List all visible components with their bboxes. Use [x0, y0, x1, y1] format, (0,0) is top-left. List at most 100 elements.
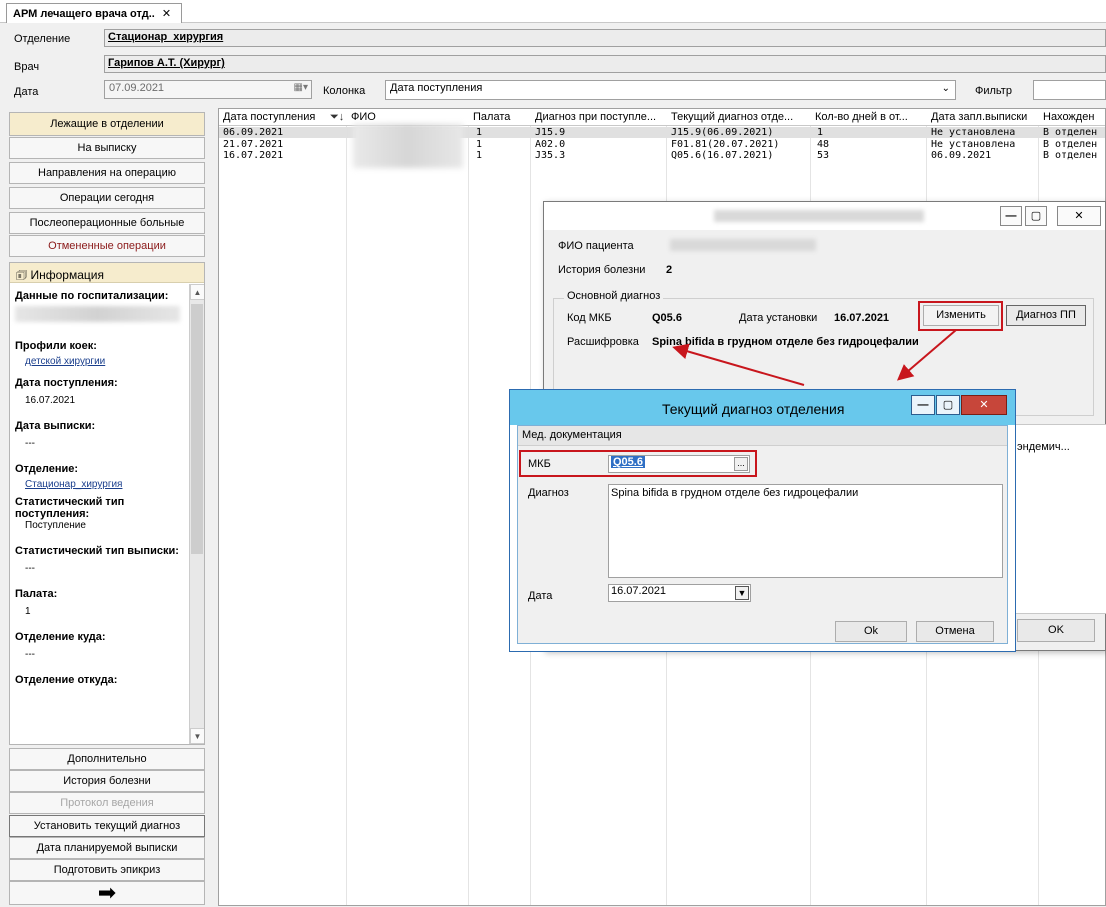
cell: J15.9(06.09.2021) — [671, 127, 774, 138]
close-icon[interactable]: ✕ — [1057, 206, 1101, 226]
ward-label: Палата: — [15, 588, 58, 600]
cell: J35.3 — [535, 150, 566, 161]
col-header-days[interactable]: Кол-во дней в от... — [815, 111, 925, 123]
info-scrollbar[interactable]: ▲ ▼ — [189, 284, 204, 744]
tab-arm-doctor[interactable]: АРМ лечащего врача отд.. ✕ — [6, 3, 182, 23]
scroll-up-icon[interactable]: ▲ — [190, 284, 204, 300]
col-header-location[interactable]: Нахожден — [1043, 111, 1105, 123]
dialog-date-dropdown-icon[interactable]: ▼ — [735, 586, 749, 600]
chevron-down-icon[interactable]: ⌄ — [942, 83, 950, 94]
arrow-to-dialog — [896, 329, 957, 381]
date-set-label: Дата установки — [739, 312, 818, 324]
dialog-mkb-label: МКБ — [528, 458, 551, 470]
dialog-ok-button[interactable]: Ok — [835, 621, 907, 642]
ok-button[interactable]: OK — [1017, 619, 1095, 642]
tab-title: АРМ лечащего врача отд.. — [13, 8, 155, 20]
dept-label: Отделение: — [15, 463, 79, 475]
nav-set-diagnosis[interactable]: Установить текущий диагноз — [9, 815, 205, 837]
cell: 16.07.2021 — [223, 150, 284, 161]
dialog-date-picker[interactable]: 16.07.2021 ▼ — [608, 584, 751, 602]
dialog-diag-label: Диагноз — [528, 487, 569, 499]
nav-forward-arrow-icon[interactable]: ➡ — [9, 881, 205, 905]
minimize-icon[interactable]: — — [1000, 206, 1022, 226]
info-icon: 🗊 — [16, 268, 28, 282]
inner-grid[interactable]: эндемич... — [1014, 424, 1106, 614]
dialog-body: Мед. документация МКБ Q05.6 ... Диагноз … — [517, 425, 1008, 644]
department-label: Отделение — [14, 33, 71, 45]
blurred-hosp-data — [15, 306, 180, 322]
stat-out-label: Статистический тип выписки: — [15, 545, 179, 557]
dialog-maximize-icon[interactable]: ▢ — [936, 395, 960, 415]
cell: F01.81(20.07.2021) — [671, 139, 780, 150]
diagnosis-textarea[interactable]: Spina bifida в грудном отделе без гидроц… — [608, 484, 1003, 578]
nav-surgery-referrals[interactable]: Направления на операцию — [9, 162, 205, 184]
nav-additional[interactable]: Дополнительно — [9, 748, 205, 770]
date-label: Дата — [14, 86, 39, 98]
tab-strip: АРМ лечащего врача отд.. ✕ — [0, 0, 1106, 23]
group-label: Основной диагноз — [564, 290, 664, 302]
calendar-icon[interactable]: ▦▾ — [294, 82, 308, 93]
date-picker[interactable]: 07.09.2021 ▦▾ — [104, 80, 312, 99]
decode-label: Расшифровка — [567, 336, 639, 348]
nav-discharge[interactable]: На выписку — [9, 137, 205, 159]
nav-planned-discharge[interactable]: Дата планируемой выписки — [9, 837, 205, 859]
nav-epicrisis[interactable]: Подготовить эпикриз — [9, 859, 205, 881]
diagnosis-pp-button[interactable]: Диагноз ПП — [1006, 305, 1086, 326]
info-header[interactable]: 🗊 Информация — [10, 263, 204, 283]
filter-input[interactable] — [1033, 80, 1106, 100]
doctor-field[interactable]: Гарипов А.Т. (Хирург) — [104, 55, 1106, 73]
dialog-titlebar[interactable]: Текущий диагноз отделения — ▢ ✕ — [510, 390, 1015, 425]
info-title: Информация — [30, 268, 104, 282]
dialog-date-value: 16.07.2021 — [611, 585, 667, 597]
col-header-discharge-date[interactable]: Дата запл.выписки — [931, 111, 1037, 123]
mkb-label: Код МКБ — [567, 312, 612, 324]
column-select[interactable]: Дата поступления ⌄ — [385, 80, 956, 100]
column-label: Колонка — [323, 85, 366, 97]
ellipsis-button[interactable]: ... — [734, 457, 748, 471]
history-label: История болезни — [558, 264, 646, 276]
to-label: Отделение куда: — [15, 631, 106, 643]
tab-close-icon[interactable]: ✕ — [162, 8, 171, 20]
nav-surgeries-today[interactable]: Операции сегодня — [9, 187, 205, 209]
cell: Не установлена — [931, 139, 1016, 150]
cell: A02.0 — [535, 139, 566, 150]
sort-filter-icon[interactable]: ⏷↓ — [330, 111, 344, 124]
dialog-minimize-icon[interactable]: — — [911, 395, 935, 415]
department-field[interactable]: Стационар_хирургия — [104, 29, 1106, 47]
col-header-admit-diagnosis[interactable]: Диагноз при поступле... — [535, 111, 665, 123]
scroll-thumb[interactable] — [191, 304, 203, 554]
cell: Q05.6(16.07.2021) — [671, 150, 774, 161]
patient-window-titlebar[interactable]: — ▢ ✕ — [544, 202, 1105, 230]
col-header-current-diagnosis[interactable]: Текущий диагноз отде... — [671, 111, 809, 123]
cell: В отделен — [1043, 127, 1098, 138]
nav-protocol[interactable]: Протокол ведения — [9, 792, 205, 814]
blurred-fio — [353, 124, 463, 168]
maximize-icon[interactable]: ▢ — [1025, 206, 1047, 226]
cell: J15.9 — [535, 127, 566, 138]
mkb-input-value: Q05.6 — [611, 456, 645, 468]
cell: 53 — [817, 150, 830, 161]
dialog-cancel-button[interactable]: Отмена — [916, 621, 994, 642]
mkb-input[interactable]: Q05.6 ... — [608, 455, 750, 473]
cell: Не установлена — [931, 127, 1016, 138]
ward-value: 1 — [25, 606, 31, 617]
med-docs-tab[interactable]: Мед. документация — [518, 426, 1007, 446]
doctor-label: Врач — [14, 61, 40, 73]
grid-col-line — [347, 109, 469, 905]
change-button[interactable]: Изменить — [923, 305, 999, 326]
nav-history[interactable]: История болезни — [9, 770, 205, 792]
arrow-to-decode — [672, 343, 805, 386]
dialog-title: Текущий диагноз отделения — [662, 401, 845, 417]
col-header-admission[interactable]: Дата поступления — [223, 111, 323, 123]
info-panel: 🗊 Информация Данные по госпитализации: П… — [9, 262, 205, 745]
nav-in-department[interactable]: Лежащие в отделении — [9, 112, 205, 136]
info-body: Данные по госпитализации: Профили коек: … — [10, 284, 190, 744]
dialog-close-icon[interactable]: ✕ — [961, 395, 1007, 415]
profiles-link[interactable]: детской хирургии — [15, 356, 185, 367]
nav-cancelled-surgeries[interactable]: Отмененные операции — [9, 235, 205, 257]
col-header-ward[interactable]: Палата — [473, 111, 529, 123]
scroll-down-icon[interactable]: ▼ — [190, 728, 204, 744]
dept-link[interactable]: Стационар_хирургия — [15, 479, 185, 490]
nav-postop[interactable]: Послеоперационные больные — [9, 212, 205, 234]
col-header-fio[interactable]: ФИО — [351, 111, 461, 123]
